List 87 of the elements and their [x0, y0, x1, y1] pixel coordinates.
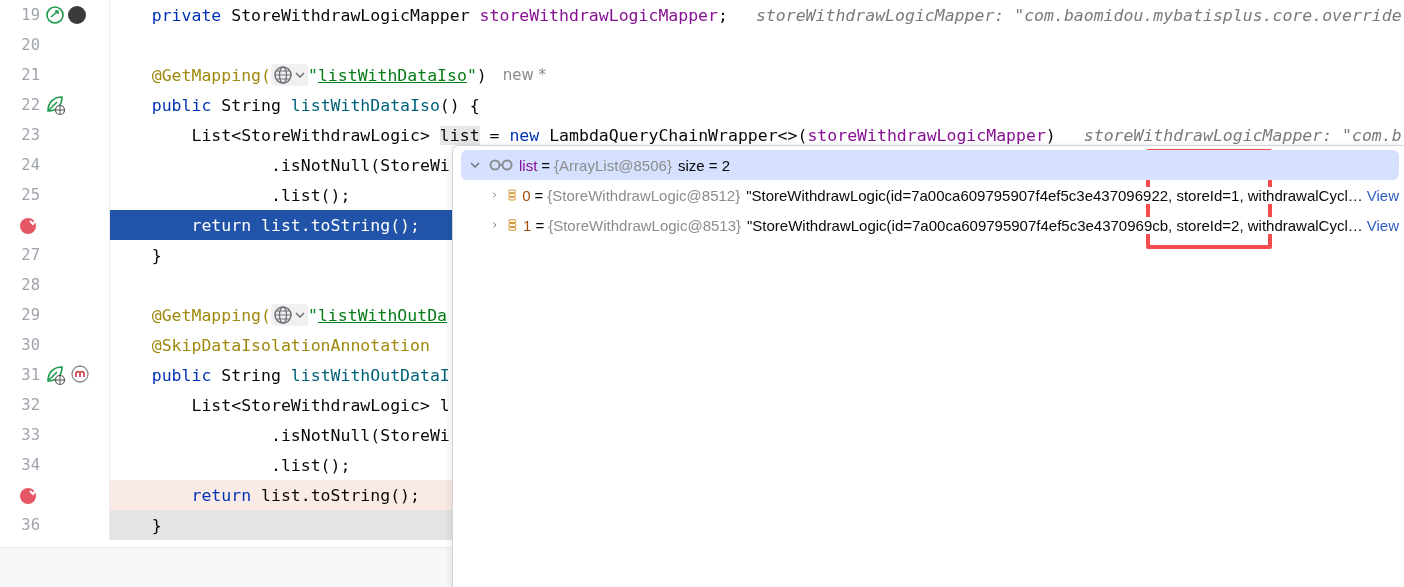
variable-type: {ArrayList@8506}: [554, 156, 672, 174]
code-token: storeWithdrawLogicMapper: [479, 5, 718, 25]
variable-value: size = 2: [677, 156, 731, 174]
line-number: 20: [20, 36, 40, 54]
code-token: ": [466, 65, 477, 85]
line-number: 33: [20, 426, 40, 444]
code-token: ": [307, 305, 318, 325]
web-endpoint-icon[interactable]: [45, 94, 67, 116]
code-token: list.toString();: [261, 215, 420, 235]
code-token: .isNotNull(StoreWi: [269, 425, 450, 445]
line-number: 30: [20, 336, 40, 354]
view-link[interactable]: View: [1366, 186, 1399, 204]
code-token: @SkipDataIsolationAnnotation: [150, 335, 430, 355]
variable-value: "StoreWithdrawLogic(id=7a00ca609795907f4ef5c3e437096922, storeId=1, withdrawalCycl…: [746, 186, 1363, 204]
watch-glasses-icon: [489, 158, 513, 172]
code-token: () {: [439, 95, 480, 115]
code-token: List<StoreWithdrawLogic> l: [190, 395, 450, 415]
code-token: list: [439, 125, 480, 145]
view-link[interactable]: View: [1366, 216, 1399, 234]
code-token: =: [488, 125, 501, 145]
variable-type: {StoreWithdrawLogic@8513}: [548, 216, 742, 234]
code-token: ;: [718, 5, 728, 25]
bean-link-icon[interactable]: [45, 5, 65, 25]
author-hint: new *: [502, 66, 547, 84]
variable-value: "StoreWithdrawLogic(id=7a00ca609795907f4ef5c3e4370969cb, storeId=2, withdrawalCycl…: [747, 216, 1363, 234]
url-link[interactable]: listWithOutDa: [317, 305, 448, 325]
code-token: LambdaQueryChainWrapper<>(: [549, 125, 808, 145]
code-token: }: [150, 245, 162, 265]
url-options-button[interactable]: [270, 304, 308, 326]
equals-sign: =: [535, 216, 545, 234]
variable-name: 1: [523, 216, 532, 234]
code-token: .list();: [269, 185, 351, 205]
line-number: 25: [20, 186, 40, 204]
line-number: 28: [20, 276, 40, 294]
code-token: return: [190, 215, 253, 235]
line-number: 23: [20, 126, 40, 144]
code-token: @GetMapping(: [150, 65, 271, 85]
code-token: public: [150, 95, 213, 115]
line-number: 34: [20, 456, 40, 474]
inline-hint: storeWithdrawLogicMapper: "com.b: [1083, 125, 1402, 145]
code-token: ): [476, 65, 487, 85]
code-token: }: [150, 515, 162, 535]
line-number: 21: [20, 66, 40, 84]
code-token: .list();: [269, 455, 351, 475]
code-token: public: [150, 365, 213, 385]
line-number: 27: [20, 246, 40, 264]
equals-sign: =: [541, 156, 551, 174]
code-token: String: [221, 95, 282, 115]
code-token: listWithOutDataI: [290, 365, 450, 385]
code-token: .isNotNull(StoreWi: [269, 155, 450, 175]
inline-hint: storeWithdrawLogicMapper: "com.baomidou.mybatisplus.core.override: [755, 5, 1402, 25]
globe-icon: [272, 305, 293, 325]
globe-icon: [272, 65, 293, 85]
code-token: storeWithdrawLogicMapper: [807, 125, 1046, 145]
code-token: StoreWithdrawLogicMapper: [231, 5, 471, 25]
mapper-icon[interactable]: [69, 364, 91, 386]
line-number: 32: [20, 396, 40, 414]
chevron-down-icon: [469, 159, 481, 171]
code-token: List<StoreWithdrawLogic>: [190, 125, 431, 145]
code-token: return: [190, 485, 253, 505]
code-token: list.toString();: [261, 485, 420, 505]
code-token: ": [307, 65, 318, 85]
code-token: @GetMapping(: [150, 305, 271, 325]
url-options-button[interactable]: [270, 64, 308, 86]
line-number: 19: [20, 6, 40, 24]
web-endpoint-icon[interactable]: [45, 364, 67, 386]
variable-name: 0: [522, 186, 531, 204]
code-token: ): [1045, 125, 1056, 145]
equals-sign: =: [534, 186, 544, 204]
code-token: private: [150, 5, 223, 25]
variable-row[interactable]: 1 = {StoreWithdrawLogic@8513} "StoreWithdrawLogic(id=7a00ca609795907f4ef5c3e4370969cb, storeId=2, withdrawalCycl… View: [461, 210, 1399, 240]
avatar-icon[interactable]: [67, 5, 87, 25]
line-number: 24: [20, 156, 40, 174]
chevron-down-icon: [293, 69, 306, 81]
line-number: 36: [20, 516, 40, 534]
line-number: 29: [20, 306, 40, 324]
chevron-down-icon: [293, 309, 306, 321]
code-token: new: [509, 125, 541, 145]
variable-name: list: [519, 156, 538, 174]
variable-row[interactable]: 0 = {StoreWithdrawLogic@8512} "StoreWithdrawLogic(id=7a00ca609795907f4ef5c3e437096922, storeId=1, withdrawalCycl… View: [461, 180, 1399, 210]
variable-row[interactable]: list = {ArrayList@8506} size = 2: [461, 150, 1399, 180]
line-number: 22: [20, 96, 40, 114]
variable-type: {StoreWithdrawLogic@8512}: [547, 186, 741, 204]
line-number: 31: [20, 366, 40, 384]
code-token: listWithDataIso: [290, 95, 440, 115]
url-link[interactable]: listWithDataIso: [317, 65, 467, 85]
code-token: String: [221, 365, 282, 385]
